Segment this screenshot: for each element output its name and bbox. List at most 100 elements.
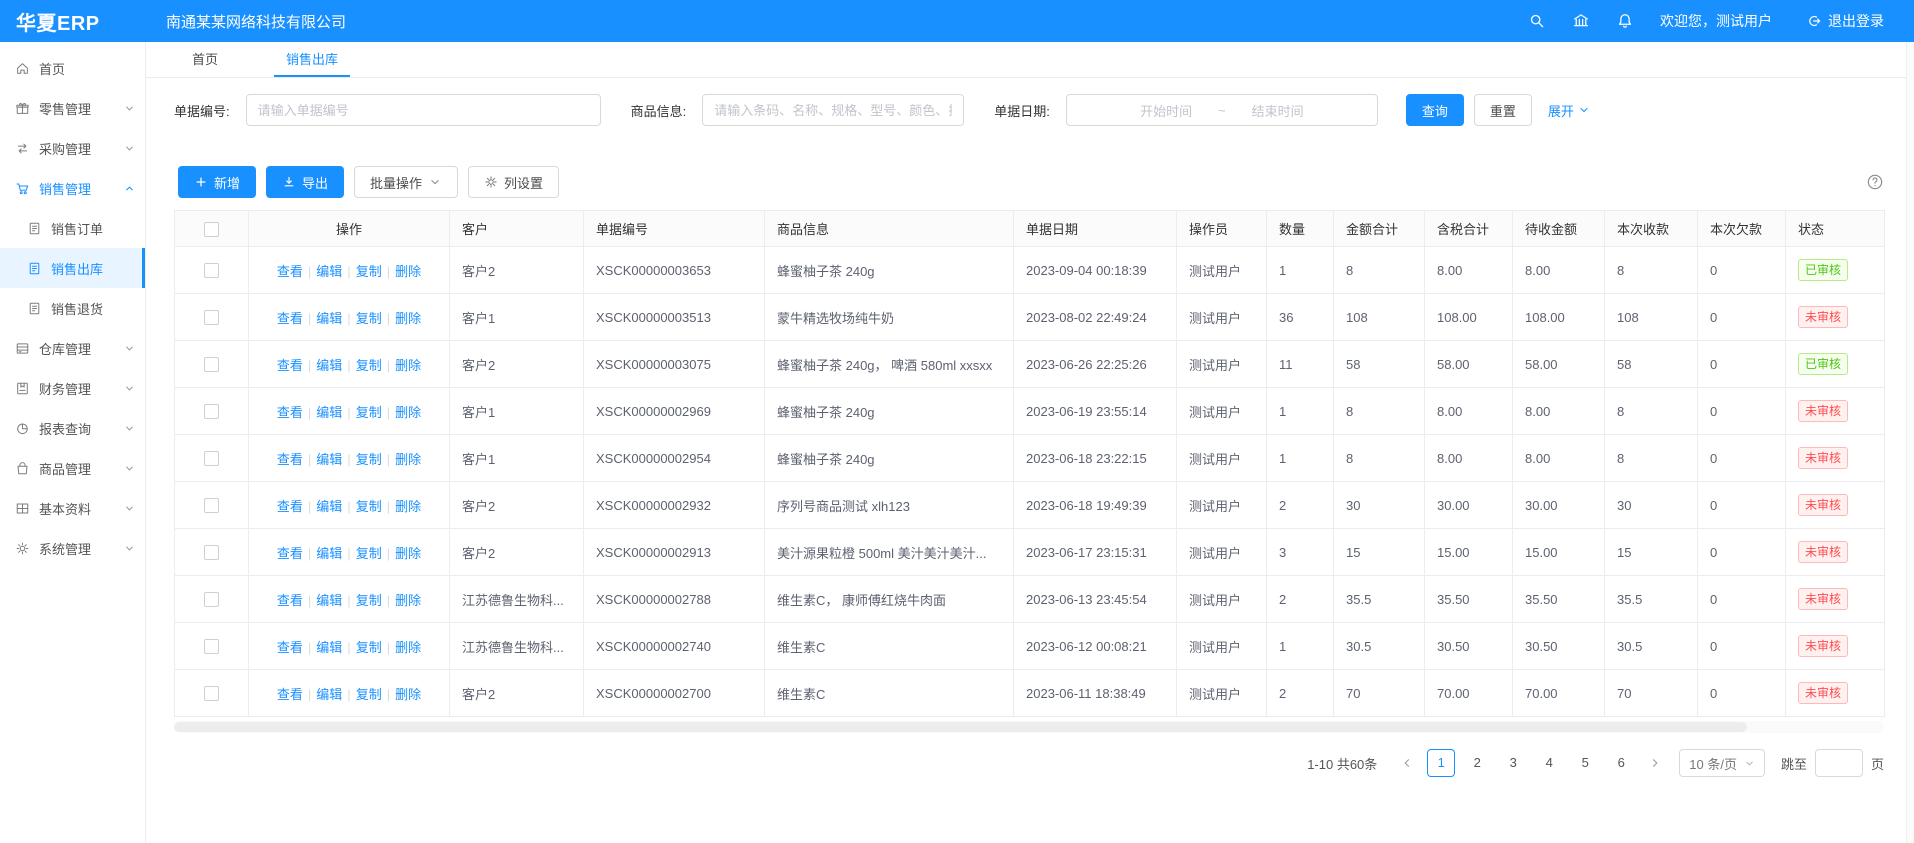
sidebar-item-home[interactable]: 首页 [0, 48, 145, 88]
action-separator: | [347, 405, 350, 420]
cell-status: 未审核 [1786, 623, 1885, 670]
sidebar-item-retail[interactable]: 零售管理 [0, 88, 145, 128]
sidebar-item-system[interactable]: 系统管理 [0, 528, 145, 568]
action-edit[interactable]: 编辑 [316, 405, 342, 420]
action-view[interactable]: 查看 [277, 593, 303, 608]
bell-icon[interactable] [1616, 12, 1634, 30]
page-number-2[interactable]: 2 [1463, 749, 1491, 777]
action-delete[interactable]: 删除 [395, 546, 421, 561]
next-page-button[interactable] [1643, 749, 1667, 777]
action-copy[interactable]: 复制 [356, 405, 382, 420]
add-button[interactable]: 新增 [178, 166, 256, 198]
tab-销售出库[interactable]: 销售出库 [274, 42, 350, 77]
sidebar-item-sales-return[interactable]: 销售退货 [0, 288, 145, 328]
page-number-5[interactable]: 5 [1571, 749, 1599, 777]
action-copy[interactable]: 复制 [356, 546, 382, 561]
action-view[interactable]: 查看 [277, 405, 303, 420]
action-view[interactable]: 查看 [277, 264, 303, 279]
expand-toggle[interactable]: 展开 [1548, 101, 1590, 120]
app-logo[interactable]: 华夏ERP [0, 7, 146, 36]
action-edit[interactable]: 编辑 [316, 358, 342, 373]
action-view[interactable]: 查看 [277, 358, 303, 373]
row-checkbox[interactable] [204, 639, 219, 654]
page-number-4[interactable]: 4 [1535, 749, 1563, 777]
row-checkbox[interactable] [204, 451, 219, 466]
action-delete[interactable]: 删除 [395, 687, 421, 702]
row-checkbox[interactable] [204, 357, 219, 372]
cell-bill_no: XSCK00000002913 [584, 529, 765, 576]
tab-首页[interactable]: 首页 [180, 42, 230, 77]
action-copy[interactable]: 复制 [356, 452, 382, 467]
sidebar-item-sales[interactable]: 销售管理 [0, 168, 145, 208]
action-view[interactable]: 查看 [277, 452, 303, 467]
action-edit[interactable]: 编辑 [316, 311, 342, 326]
action-delete[interactable]: 删除 [395, 640, 421, 655]
cell-debt: 0 [1698, 670, 1786, 717]
page-number-1[interactable]: 1 [1427, 749, 1455, 777]
table-horizontal-scrollbar[interactable] [174, 721, 1884, 733]
bill-no-input[interactable] [246, 94, 601, 126]
action-view[interactable]: 查看 [277, 546, 303, 561]
action-copy[interactable]: 复制 [356, 687, 382, 702]
action-edit[interactable]: 编辑 [316, 687, 342, 702]
help-icon[interactable] [1866, 173, 1884, 191]
select-all-checkbox[interactable] [204, 222, 219, 237]
prev-page-button[interactable] [1395, 749, 1419, 777]
action-edit[interactable]: 编辑 [316, 640, 342, 655]
action-copy[interactable]: 复制 [356, 499, 382, 514]
column-settings-button[interactable]: 列设置 [468, 166, 559, 198]
sidebar-item-purchase[interactable]: 采购管理 [0, 128, 145, 168]
action-edit[interactable]: 编辑 [316, 452, 342, 467]
sidebar-item-sales-outbound[interactable]: 销售出库 [0, 248, 145, 288]
sidebar-item-basic-data[interactable]: 基本资料 [0, 488, 145, 528]
bank-icon[interactable] [1572, 12, 1590, 30]
reset-button[interactable]: 重置 [1474, 94, 1532, 126]
action-copy[interactable]: 复制 [356, 264, 382, 279]
action-copy[interactable]: 复制 [356, 358, 382, 373]
row-checkbox[interactable] [204, 310, 219, 325]
scrollbar-thumb[interactable] [174, 722, 1747, 732]
page-number-3[interactable]: 3 [1499, 749, 1527, 777]
action-delete[interactable]: 删除 [395, 452, 421, 467]
action-delete[interactable]: 删除 [395, 499, 421, 514]
batch-ops-button[interactable]: 批量操作 [354, 166, 458, 198]
vertical-scrollbar-track[interactable] [1906, 42, 1914, 843]
row-checkbox[interactable] [204, 404, 219, 419]
search-button[interactable]: 查询 [1406, 94, 1464, 126]
action-edit[interactable]: 编辑 [316, 546, 342, 561]
sidebar-item-reports[interactable]: 报表查询 [0, 408, 145, 448]
sidebar-item-sales-order[interactable]: 销售订单 [0, 208, 145, 248]
action-edit[interactable]: 编辑 [316, 593, 342, 608]
action-view[interactable]: 查看 [277, 499, 303, 514]
action-edit[interactable]: 编辑 [316, 499, 342, 514]
action-delete[interactable]: 删除 [395, 311, 421, 326]
date-range-input[interactable]: 开始时间 ~ 结束时间 [1066, 94, 1378, 126]
action-view[interactable]: 查看 [277, 687, 303, 702]
row-checkbox[interactable] [204, 592, 219, 607]
action-copy[interactable]: 复制 [356, 640, 382, 655]
search-icon[interactable] [1528, 12, 1546, 30]
jump-page-input[interactable] [1815, 749, 1863, 777]
material-input[interactable] [702, 94, 964, 126]
row-checkbox[interactable] [204, 498, 219, 513]
action-delete[interactable]: 删除 [395, 593, 421, 608]
action-copy[interactable]: 复制 [356, 311, 382, 326]
sidebar-item-goods[interactable]: 商品管理 [0, 448, 145, 488]
action-copy[interactable]: 复制 [356, 593, 382, 608]
row-checkbox[interactable] [204, 686, 219, 701]
row-checkbox[interactable] [204, 263, 219, 278]
cell-tax_total: 30.50 [1425, 623, 1513, 670]
action-view[interactable]: 查看 [277, 311, 303, 326]
action-delete[interactable]: 删除 [395, 264, 421, 279]
page-size-select[interactable]: 10 条/页 [1679, 749, 1765, 777]
action-view[interactable]: 查看 [277, 640, 303, 655]
action-delete[interactable]: 删除 [395, 405, 421, 420]
sidebar-item-warehouse[interactable]: 仓库管理 [0, 328, 145, 368]
export-button[interactable]: 导出 [266, 166, 344, 198]
action-edit[interactable]: 编辑 [316, 264, 342, 279]
sidebar-item-finance[interactable]: 财务管理 [0, 368, 145, 408]
action-delete[interactable]: 删除 [395, 358, 421, 373]
logout-button[interactable]: 退出登录 [1806, 11, 1884, 31]
row-checkbox[interactable] [204, 545, 219, 560]
page-number-6[interactable]: 6 [1607, 749, 1635, 777]
